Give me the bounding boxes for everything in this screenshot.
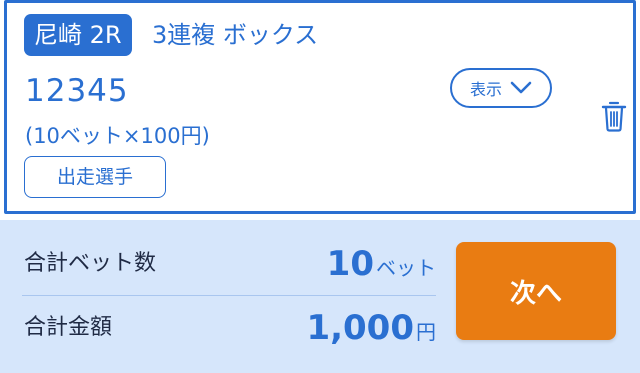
bet-type-label: 3連複 ボックス [152, 21, 319, 49]
bet-ticket-card: 尼崎 2R 3連複 ボックス 12345 (10ベット×100円) 出走選手 表… [4, 0, 636, 214]
show-combinations-button[interactable]: 表示 [450, 68, 552, 108]
total-bet-count-label: 合計ベット数 [24, 251, 157, 276]
trash-icon [601, 101, 627, 132]
bet-detail-text: (10ベット×100円) [25, 124, 210, 148]
bet-count-unit: ベット [376, 256, 436, 280]
next-button[interactable]: 次へ [456, 242, 616, 340]
total-amount-row: 合計金額 1,000 円 [22, 298, 436, 358]
show-button-label: 表示 [469, 80, 502, 99]
total-amount-value: 1,000 円 [306, 298, 436, 364]
total-bet-count-value: 10 ベット [327, 234, 436, 300]
bet-count-number: 10 [326, 244, 374, 284]
venue-race-badge: 尼崎 2R [24, 14, 132, 56]
chevron-down-icon [510, 81, 532, 94]
total-amount-label: 合計金額 [24, 315, 113, 340]
total-amount-unit: 円 [416, 320, 436, 344]
summary-divider [22, 295, 436, 296]
selected-numbers: 12345 [25, 73, 129, 109]
total-amount-number: 1,000 [306, 308, 414, 348]
delete-ticket-button[interactable] [599, 98, 629, 134]
runners-button[interactable]: 出走選手 [24, 156, 166, 198]
total-bet-count-row: 合計ベット数 10 ベット [22, 234, 436, 294]
